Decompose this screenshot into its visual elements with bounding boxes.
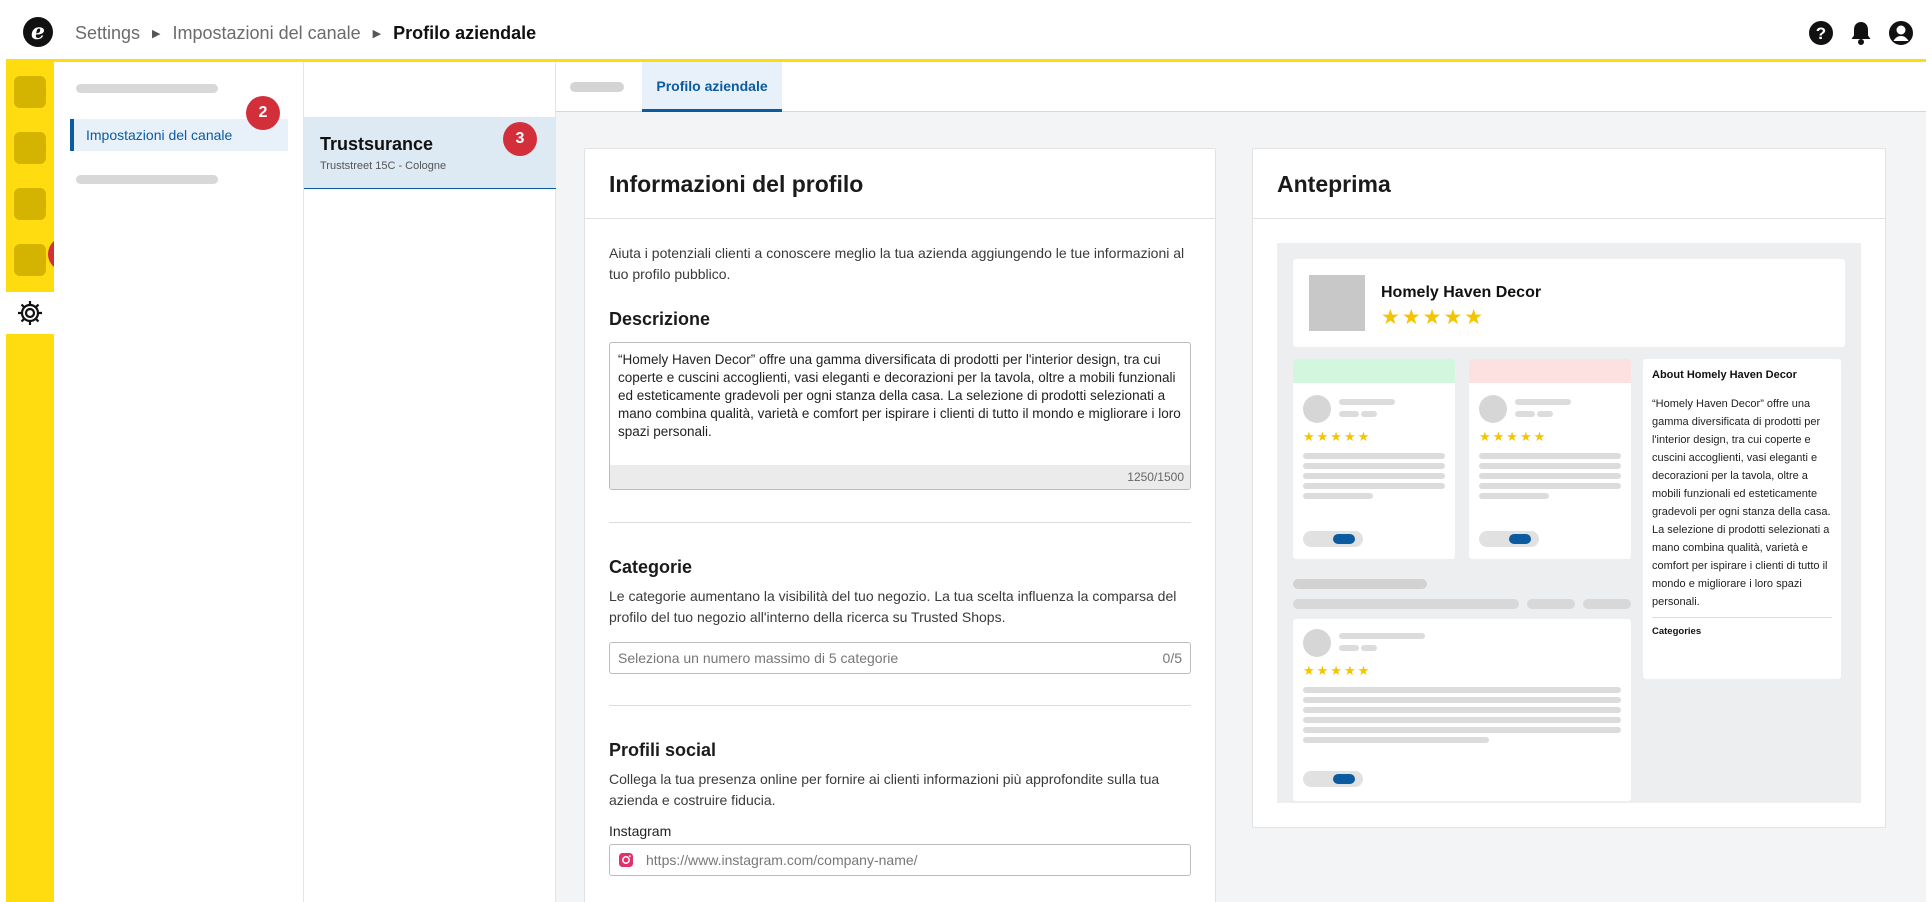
profile-info-card: Informazioni del profilo Aiuta i potenzi… (584, 148, 1216, 902)
about-categories: Categories (1652, 617, 1832, 637)
instagram-label: Instagram (609, 823, 672, 839)
review-stars: ★★★★★ (1303, 663, 1372, 678)
description-value: “Homely Haven Decor” offre una gamma div… (618, 352, 1181, 439)
app-window: e Settings ▶ Impostazioni del canale ▶ P… (6, 4, 1926, 902)
description-counter: 1250/1500 (610, 465, 1190, 489)
categories-select[interactable]: Seleziona un numero massimo di 5 categor… (609, 642, 1191, 674)
chevron-right-icon: ▶ (372, 28, 382, 40)
preview-toggle (1303, 771, 1363, 787)
settings-nav: Impostazioni del canale (54, 62, 304, 902)
review-stars: ★★★★★ (1303, 429, 1372, 444)
preview-review-card: ★★★★★ (1469, 359, 1631, 559)
tab-placeholder[interactable] (570, 82, 624, 92)
preview-shop-header: Homely Haven Decor ★★★★★ (1293, 259, 1845, 347)
nav-item-placeholder[interactable] (76, 175, 218, 184)
preview-canvas: Homely Haven Decor ★★★★★ ★★★★★ ★★★★★ Abo… (1277, 243, 1861, 803)
step-marker-3: 3 (503, 122, 537, 156)
step-marker-2: 2 (246, 96, 280, 130)
top-bar: e Settings ▶ Impostazioni del canale ▶ P… (6, 4, 1926, 62)
social-heading: Profili social (609, 740, 717, 760)
avatar (1303, 395, 1331, 423)
main-content: Profilo aziendale Informazioni del profi… (556, 62, 1926, 902)
rail-item-placeholder[interactable] (14, 76, 46, 108)
preview-toggle (1479, 531, 1539, 547)
app-rail (6, 62, 54, 902)
preview-rating-stars: ★★★★★ (1381, 306, 1486, 329)
categories-text: Le categorie aumentano la visibilità del… (609, 588, 1177, 625)
instagram-input[interactable]: https://www.instagram.com/company-name/ (609, 844, 1191, 876)
tab-company-profile[interactable]: Profilo aziendale (642, 62, 782, 112)
breadcrumb-channel-settings[interactable]: Impostazioni del canale (173, 23, 361, 44)
svg-text:?: ? (1816, 24, 1826, 43)
about-title: About Homely Haven Decor (1652, 369, 1797, 381)
preview-about-box: About Homely Haven Decor “Homely Haven D… (1643, 359, 1841, 679)
gear-icon (18, 301, 42, 325)
settings-rail-item[interactable] (6, 292, 54, 334)
bell-icon[interactable] (1848, 20, 1874, 46)
channel-address: Truststreet 15C - Cologne (320, 160, 447, 172)
breadcrumb-settings[interactable]: Settings (75, 23, 140, 44)
preview-card: Anteprima Homely Haven Decor ★★★★★ ★★★★★ (1252, 148, 1886, 828)
categories-placeholder: Seleziona un numero massimo di 5 categor… (618, 650, 899, 666)
chevron-right-icon: ▶ (152, 28, 161, 40)
preview-review-card: ★★★★★ (1293, 619, 1631, 801)
review-band-negative (1469, 359, 1631, 383)
rail-item-placeholder[interactable] (14, 244, 46, 276)
avatar (1303, 629, 1331, 657)
social-text: Collega la tua presenza online per forni… (609, 771, 1160, 808)
avatar (1479, 395, 1507, 423)
description-textarea[interactable]: “Homely Haven Decor” offre una gamma div… (609, 342, 1191, 490)
breadcrumb: Settings ▶ Impostazioni del canale ▶ Pro… (75, 23, 536, 44)
channel-list: Trustsurance Truststreet 15C - Cologne (304, 62, 556, 902)
card-title: Informazioni del profilo (609, 171, 864, 197)
rail-item-placeholder[interactable] (14, 132, 46, 164)
breadcrumb-current: Profilo aziendale (393, 23, 537, 43)
description-heading: Descrizione (609, 309, 711, 329)
app-logo[interactable]: e (23, 17, 53, 47)
help-icon[interactable]: ? (1808, 20, 1834, 46)
instagram-placeholder: https://www.instagram.com/company-name/ (646, 852, 918, 868)
preview-title: Anteprima (1277, 171, 1391, 197)
review-stars: ★★★★★ (1479, 429, 1548, 444)
instagram-icon (619, 853, 633, 867)
user-icon[interactable] (1888, 20, 1914, 46)
review-band-positive (1293, 359, 1455, 383)
preview-toggle (1303, 531, 1363, 547)
preview-shop-name: Homely Haven Decor (1381, 284, 1542, 301)
preview-review-card: ★★★★★ (1293, 359, 1455, 559)
divider (609, 705, 1191, 706)
rail-item-placeholder[interactable] (14, 188, 46, 220)
nav-item-placeholder[interactable] (76, 84, 218, 93)
about-text: “Homely Haven Decor” offre una gamma div… (1652, 398, 1831, 608)
shop-logo-placeholder (1309, 275, 1365, 331)
intro-text: Aiuta i potenziali clienti a conoscere m… (609, 245, 1185, 282)
tab-bar: Profilo aziendale (556, 62, 1926, 112)
categories-counter: 0/5 (1162, 650, 1182, 666)
divider (609, 522, 1191, 523)
categories-heading: Categorie (609, 557, 693, 577)
